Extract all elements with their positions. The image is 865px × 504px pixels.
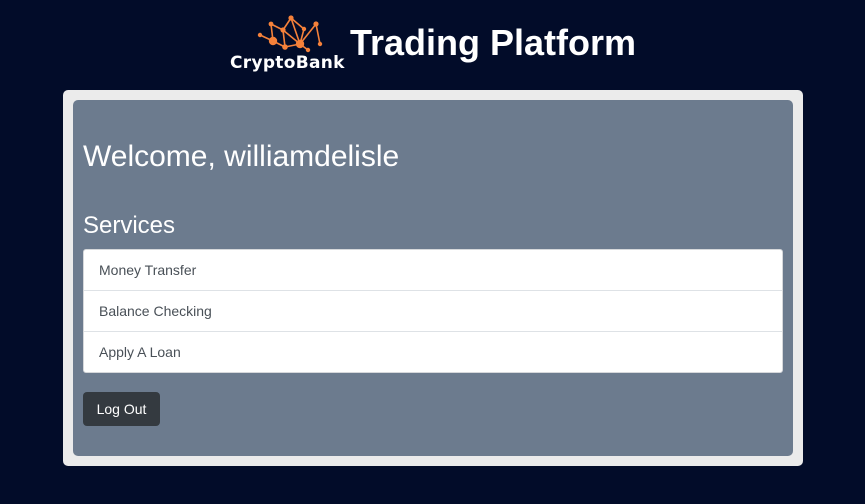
site-title: Trading Platform	[350, 22, 637, 63]
content-panel: Welcome, williamdelisle Services Money T…	[73, 100, 793, 456]
services-heading: Services	[83, 212, 176, 239]
services-list: Money Transfer Balance Checking Apply A …	[83, 249, 783, 373]
service-item-money-transfer[interactable]: Money Transfer	[84, 250, 782, 290]
welcome-heading: Welcome, williamdelisle	[83, 140, 400, 173]
logo-text: CryptoBank	[230, 53, 345, 73]
service-item-apply-loan[interactable]: Apply A Loan	[84, 331, 782, 372]
header: CryptoBank Trading Platform	[0, 0, 865, 90]
cryptobank-logo[interactable]: CryptoBank	[228, 14, 352, 76]
logout-button[interactable]: Log Out	[83, 392, 160, 426]
service-item-balance-checking[interactable]: Balance Checking	[84, 290, 782, 331]
network-nodes-icon	[257, 15, 323, 53]
main-card: Welcome, williamdelisle Services Money T…	[63, 90, 803, 466]
